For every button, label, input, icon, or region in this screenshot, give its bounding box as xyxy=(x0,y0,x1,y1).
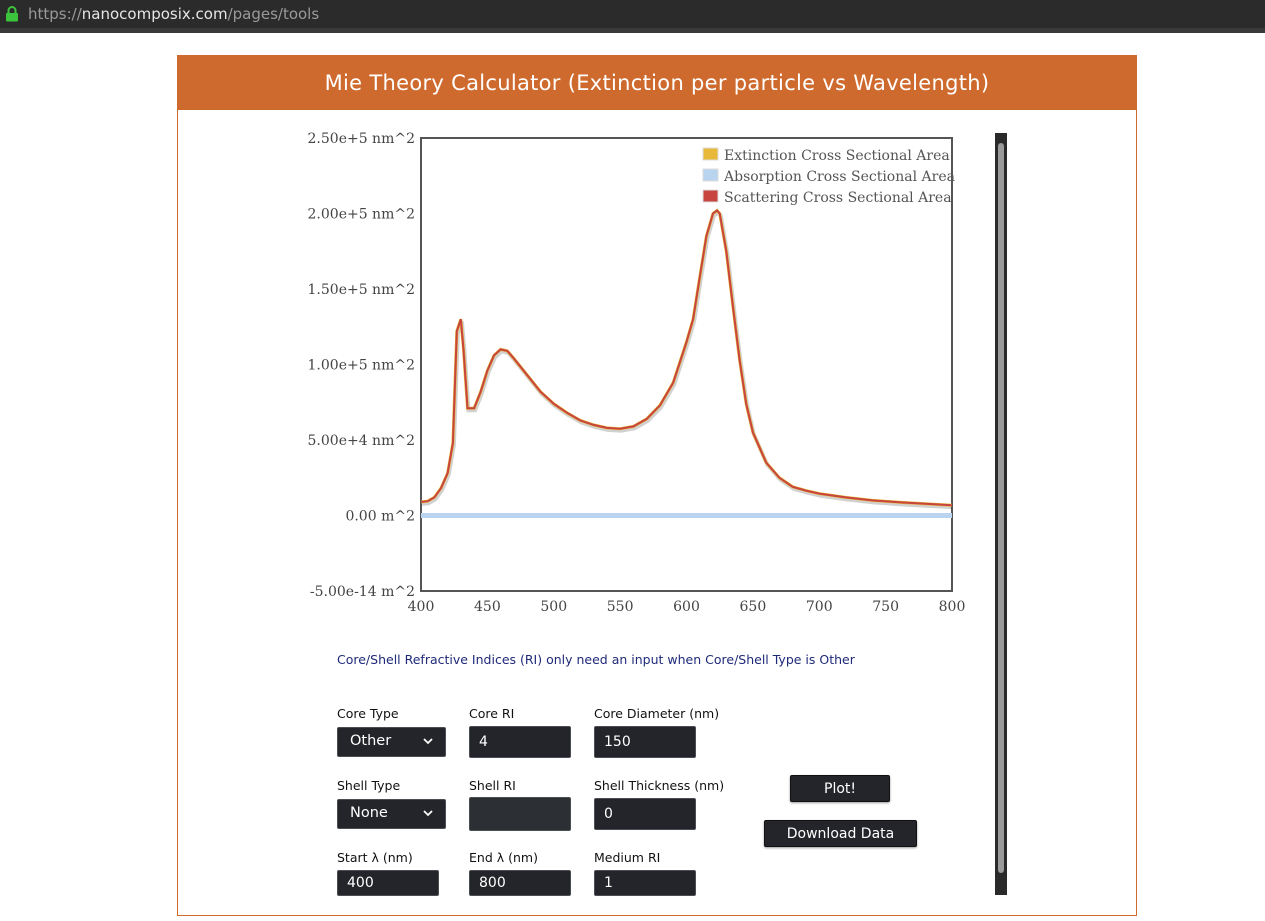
x-tick-label: 400 xyxy=(408,599,435,615)
x-tick-label: 650 xyxy=(740,599,767,615)
y-tick-label: 5.00e+4 nm^2 xyxy=(308,433,415,449)
shell-type-label: Shell Type xyxy=(337,778,401,793)
x-axis-ticks: 400 450 500 550 600 650 700 750 800 xyxy=(408,599,966,615)
end-wavelength-input[interactable] xyxy=(469,870,571,896)
shell-type-value: None xyxy=(350,805,388,821)
plot-button[interactable]: Plot! xyxy=(790,775,890,802)
shell-thickness-input[interactable] xyxy=(594,798,696,830)
shell-type-select[interactable]: None xyxy=(337,799,446,829)
x-tick-label: 550 xyxy=(607,599,634,615)
core-type-select[interactable]: Other xyxy=(337,727,446,757)
core-type-value: Other xyxy=(350,733,392,749)
end-wavelength-label: End λ (nm) xyxy=(469,850,538,865)
legend-swatch xyxy=(702,168,719,182)
download-data-button[interactable]: Download Data xyxy=(764,820,917,847)
y-tick-label: 2.00e+5 nm^2 xyxy=(308,207,415,223)
legend-label: Absorption Cross Sectional Area xyxy=(723,169,955,185)
x-tick-label: 800 xyxy=(939,599,966,615)
core-ri-input[interactable] xyxy=(469,726,571,758)
start-wavelength-input[interactable] xyxy=(337,870,439,896)
chevron-down-icon xyxy=(423,738,433,745)
start-wavelength-label: Start λ (nm) xyxy=(337,850,413,865)
y-axis-ticks: 2.50e+5 nm^2 2.00e+5 nm^2 1.50e+5 nm^2 1.00… xyxy=(308,131,415,600)
core-ri-label: Core RI xyxy=(469,706,515,721)
chart-legend: Extinction Cross Sectional Area Absorptio… xyxy=(702,147,955,206)
legend-label: Extinction Cross Sectional Area xyxy=(724,148,950,164)
legend-swatch xyxy=(702,189,719,203)
chart-scrollbar[interactable] xyxy=(995,133,1007,895)
y-tick-label: 1.50e+5 nm^2 xyxy=(308,282,415,298)
medium-ri-input[interactable] xyxy=(594,870,696,896)
legend-swatch xyxy=(702,147,719,161)
x-tick-label: 500 xyxy=(540,599,567,615)
y-tick-label: 1.00e+5 nm^2 xyxy=(308,358,415,374)
x-tick-label: 700 xyxy=(806,599,833,615)
refractive-index-note: Core/Shell Refractive Indices (RI) only … xyxy=(337,652,855,667)
medium-ri-label: Medium RI xyxy=(594,850,661,865)
shell-ri-label: Shell RI xyxy=(469,778,516,793)
y-tick-label: 0.00 m^2 xyxy=(345,509,415,525)
shell-ri-input[interactable] xyxy=(469,797,571,831)
chevron-down-icon xyxy=(423,810,433,817)
core-diameter-label: Core Diameter (nm) xyxy=(594,706,720,721)
core-diameter-input[interactable] xyxy=(594,726,696,758)
shell-thickness-label: Shell Thickness (nm) xyxy=(594,778,725,793)
legend-label: Scattering Cross Sectional Area xyxy=(724,190,952,206)
x-tick-label: 600 xyxy=(673,599,700,615)
scrollbar-thumb[interactable] xyxy=(998,143,1004,873)
x-tick-label: 450 xyxy=(474,599,501,615)
y-tick-label: -5.00e-14 m^2 xyxy=(310,584,415,600)
core-type-label: Core Type xyxy=(337,706,399,721)
y-tick-label: 2.50e+5 nm^2 xyxy=(308,131,415,147)
x-tick-label: 750 xyxy=(872,599,899,615)
